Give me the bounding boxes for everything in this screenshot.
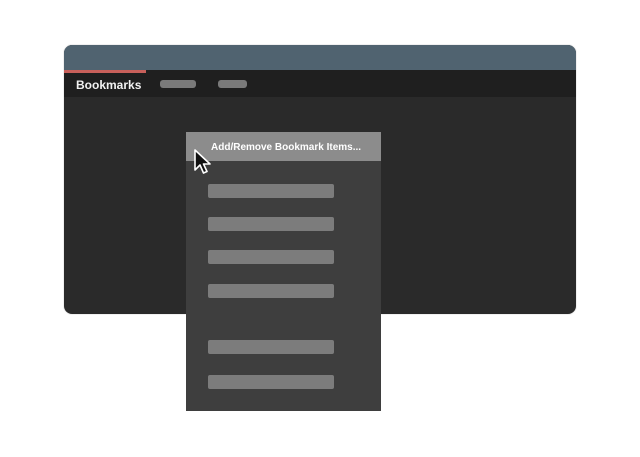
title-bar [64,45,576,70]
menu-item-6[interactable] [208,375,334,389]
context-menu: Add/Remove Bookmark Items... [186,132,381,411]
menu-item-1[interactable] [208,184,334,198]
tab-bar: Bookmarks [64,70,576,97]
tab-placeholder-1[interactable] [160,80,196,88]
mouse-pointer-icon [194,149,211,174]
menu-item-label: Add/Remove Bookmark Items... [211,142,362,153]
tab-bookmarks-label: Bookmarks [76,78,142,92]
active-tab-indicator [64,70,146,73]
tab-bookmarks[interactable]: Bookmarks [64,70,146,97]
tab-placeholder-2[interactable] [218,80,247,88]
menu-item-3[interactable] [208,250,334,264]
menu-item-5[interactable] [208,340,334,354]
menu-item-add-remove-bookmark-items[interactable]: Add/Remove Bookmark Items... [186,132,381,161]
menu-item-2[interactable] [208,217,334,231]
stage: Bookmarks Add/Remove Bookmark Items... [0,0,640,457]
menu-item-4[interactable] [208,284,334,298]
